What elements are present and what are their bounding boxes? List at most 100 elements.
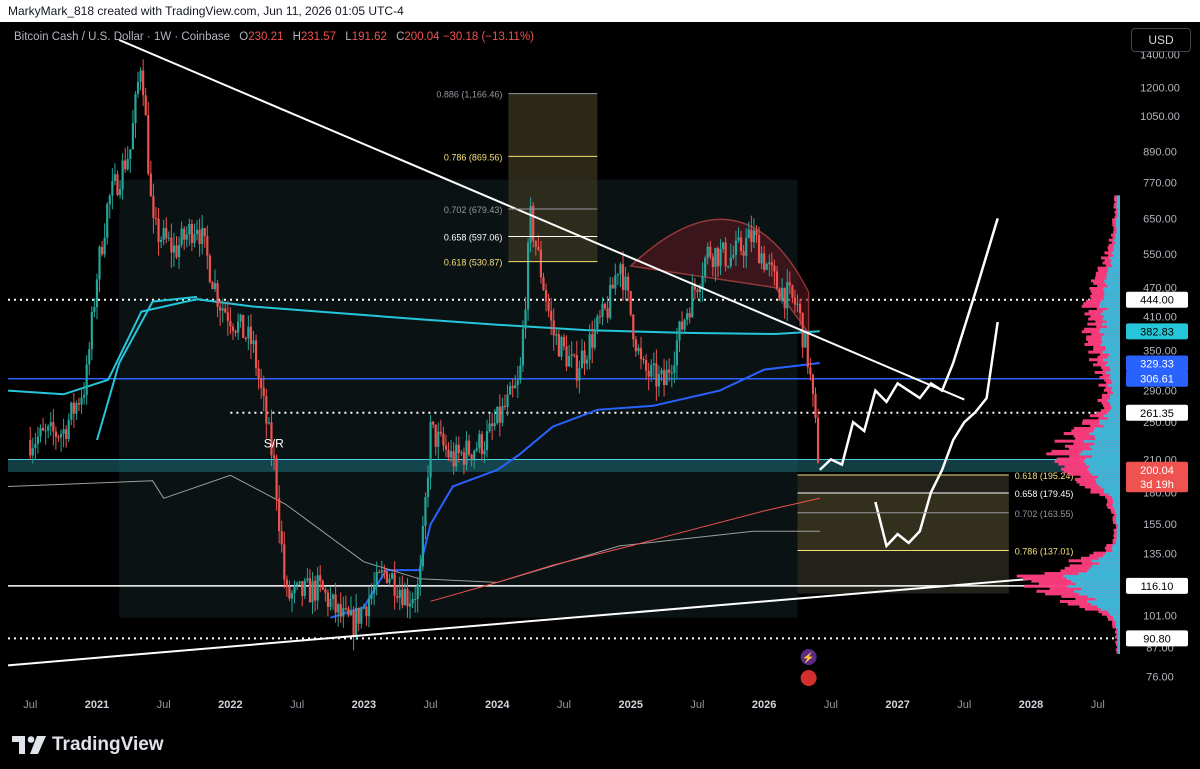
candle — [65, 425, 68, 448]
candle — [59, 429, 63, 452]
candle — [149, 160, 152, 197]
candle — [41, 417, 45, 432]
candle — [39, 424, 42, 443]
candle — [67, 413, 70, 442]
annotation-label: S/R — [264, 437, 284, 451]
candle — [814, 387, 817, 424]
tradingview-logo[interactable]: TradingView — [12, 734, 164, 756]
change-value: −30.18 (−13.11%) — [442, 31, 534, 43]
price-tag-label: 261.35 — [1140, 408, 1174, 420]
candle — [131, 109, 134, 150]
candle — [75, 400, 78, 420]
y-tick-label: 1200.00 — [1140, 83, 1180, 95]
price-tag-label: 444.00 — [1140, 295, 1174, 307]
candle — [385, 570, 389, 584]
x-tick-label: 2024 — [485, 699, 510, 711]
y-tick-label: 650.00 — [1143, 213, 1177, 225]
y-tick-label: 410.00 — [1143, 312, 1177, 324]
fib-lower-label: 0.702 (163.55) — [1015, 509, 1074, 519]
candle — [106, 202, 109, 245]
candle — [560, 335, 563, 361]
candle — [57, 434, 60, 442]
candle — [126, 146, 129, 172]
candle — [144, 87, 147, 116]
x-tick-label: Jul — [690, 699, 704, 711]
fib-upper-label: 0.658 (597.06) — [444, 233, 503, 243]
candle — [147, 101, 150, 176]
candle — [90, 306, 93, 361]
candle — [70, 401, 73, 426]
candle — [88, 341, 91, 375]
high-label: H — [292, 31, 301, 43]
candle — [62, 418, 65, 448]
symbol-header: Bitcoin Cash / U.S. Dollar · 1W · Coinba… — [14, 31, 534, 43]
candle — [49, 412, 52, 436]
x-tick-label: Jul — [1091, 699, 1105, 711]
logo-text: TradingView — [52, 734, 164, 755]
candle — [111, 168, 114, 210]
us-flag-icon[interactable] — [800, 670, 817, 686]
x-tick-label: 2025 — [618, 699, 642, 711]
candle — [134, 91, 137, 139]
fib-upper-label: 0.702 (679.43) — [444, 205, 503, 215]
candle — [208, 253, 211, 284]
y-tick-label: 76.00 — [1146, 671, 1174, 683]
price-tag-label: 306.61 — [1140, 374, 1174, 386]
price-chart[interactable]: 0.886 (1,166.46) 0.786 (869.56) 0.702 (679… — [0, 22, 1200, 722]
fib-box-lower-inner — [797, 493, 1009, 551]
candle — [98, 245, 101, 293]
candle — [80, 389, 83, 414]
candle — [124, 147, 127, 173]
candle — [85, 355, 88, 405]
symbol-name: Bitcoin Cash / U.S. Dollar · 1W · Coinba… — [14, 31, 231, 43]
y-tick-label: 135.00 — [1143, 549, 1177, 561]
y-tick-label: 290.00 — [1143, 386, 1177, 398]
volume-profile — [1016, 195, 1120, 654]
currency-button[interactable]: USD — [1131, 28, 1191, 52]
price-tag-label: 90.80 — [1143, 633, 1171, 645]
x-tick-label: 2022 — [218, 699, 242, 711]
y-tick-label: 1050.00 — [1140, 111, 1180, 123]
fib-lower-label: 0.786 (137.01) — [1015, 547, 1074, 557]
candle — [93, 298, 96, 318]
candle — [95, 273, 99, 320]
candle — [352, 606, 355, 651]
candle — [321, 579, 324, 591]
candle — [77, 397, 81, 411]
candle — [139, 67, 142, 91]
fib-upper-label: 0.618 (530.87) — [444, 258, 503, 268]
projection-path-0 — [818, 218, 999, 471]
x-tick-label: 2023 — [352, 699, 376, 711]
x-tick-label: Jul — [557, 699, 571, 711]
close-value: 200.04 — [404, 31, 440, 43]
y-tick-label: 890.00 — [1143, 146, 1177, 158]
x-tick-label: Jul — [157, 699, 171, 711]
candle — [83, 382, 86, 405]
candle — [116, 170, 119, 197]
candle — [809, 358, 812, 381]
candle — [365, 605, 368, 626]
candle — [242, 314, 245, 339]
support-resistance-zone — [8, 459, 1120, 472]
candle — [54, 426, 58, 450]
candle — [142, 59, 145, 106]
candle — [108, 193, 111, 219]
candle — [811, 373, 815, 407]
candle — [806, 331, 809, 375]
candle — [47, 424, 50, 439]
candle — [526, 238, 530, 321]
attribution-text: MarkyMark_818 created with TradingView.c… — [8, 4, 404, 18]
candle — [778, 287, 781, 301]
y-tick-label: 155.00 — [1143, 519, 1177, 531]
price-tag-label: 382.83 — [1140, 326, 1174, 338]
candle — [113, 163, 117, 186]
x-tick-label: 2021 — [85, 699, 109, 711]
candle — [136, 71, 140, 98]
candle — [29, 426, 32, 460]
x-tick-label: Jul — [23, 699, 37, 711]
fib-lower-label: 0.658 (179.45) — [1015, 489, 1074, 499]
candle — [801, 312, 804, 358]
candle — [357, 607, 360, 631]
candle — [72, 392, 75, 428]
candle — [52, 408, 55, 446]
